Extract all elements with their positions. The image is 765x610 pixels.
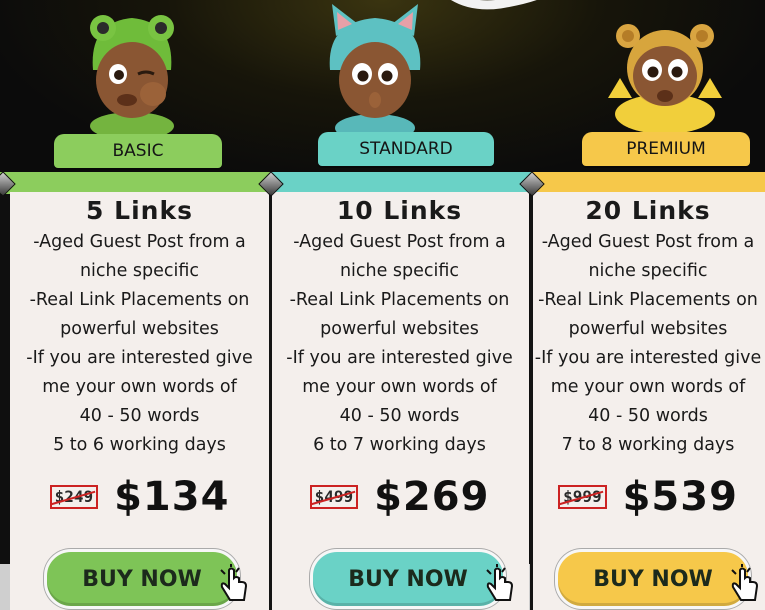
- standard-feature-line: powerful websites: [320, 319, 479, 339]
- standard-feature-line: me your own words of: [302, 377, 497, 397]
- standard-price-row: $499 $269: [270, 472, 529, 522]
- premium-links-title: 20 Links: [585, 196, 711, 225]
- frog-hat-baby-mascot: [90, 15, 174, 138]
- premium-feature-line: -If you are interested give: [534, 348, 762, 368]
- hand-pointer-icon: [486, 564, 514, 601]
- card-divider: [530, 192, 533, 610]
- standard-plan-card: 10 Links -Aged Guest Post from a niche s…: [270, 192, 529, 610]
- basic-tier-label: BASIC: [112, 141, 164, 161]
- card-divider: [269, 192, 272, 610]
- standard-feature-line: -Aged Guest Post from a: [293, 232, 506, 252]
- basic-feature-line: -Aged Guest Post from a: [33, 232, 246, 252]
- standard-old-price: $499: [309, 485, 359, 509]
- bear-hat-baby-mascot: [608, 24, 722, 134]
- basic-feature-line: -If you are interested give: [26, 348, 253, 368]
- basic-plan-card: 5 Links -Aged Guest Post from a niche sp…: [10, 192, 269, 610]
- cat-hat-baby-mascot: [329, 4, 421, 140]
- premium-plan-card: 20 Links -Aged Guest Post from a niche s…: [531, 192, 765, 610]
- hand-pointer-icon: [731, 564, 759, 601]
- premium-delivery-time: 7 to 8 working days: [561, 435, 735, 455]
- standard-ribbon-band: [270, 172, 532, 194]
- premium-feature-line: niche specific: [588, 261, 708, 281]
- premium-ribbon-band: [531, 172, 765, 194]
- standard-tier-ribbon: STANDARD: [318, 132, 494, 166]
- basic-price: $134: [114, 474, 230, 520]
- basic-feature-line: 40 - 50 words: [79, 406, 200, 426]
- standard-feature-line: 40 - 50 words: [339, 406, 460, 426]
- standard-tier-label: STANDARD: [359, 139, 453, 159]
- basic-old-price: $249: [49, 485, 99, 509]
- standard-feature-line: -If you are interested give: [286, 348, 513, 368]
- basic-buy-now-button[interactable]: BUY NOW: [44, 549, 248, 609]
- premium-tier-ribbon: PREMIUM: [582, 132, 750, 166]
- standard-delivery-time: 6 to 7 working days: [313, 435, 486, 455]
- premium-feature-line: -Aged Guest Post from a: [541, 232, 755, 252]
- premium-old-price: $999: [558, 485, 607, 509]
- premium-price-row: $999 $539: [531, 472, 765, 522]
- basic-price-row: $249 $134: [10, 472, 269, 522]
- premium-feature-line: me your own words of: [550, 377, 746, 397]
- basic-links-title: 5 Links: [86, 196, 193, 225]
- premium-feature-line: powerful websites: [568, 319, 728, 339]
- premium-feature-line: -Real Link Placements on: [538, 290, 758, 310]
- premium-price: $539: [622, 474, 738, 520]
- basic-feature-line: powerful websites: [60, 319, 219, 339]
- premium-buy-now-button[interactable]: BUY NOW: [555, 549, 759, 609]
- standard-feature-line: -Real Link Placements on: [289, 290, 510, 310]
- basic-ribbon-band: [0, 172, 270, 194]
- basic-feature-line: me your own words of: [42, 377, 237, 397]
- standard-feature-line: niche specific: [339, 261, 460, 281]
- standard-price: $269: [374, 474, 490, 520]
- headline-fragment: [451, 0, 537, 10]
- standard-links-title: 10 Links: [336, 196, 463, 225]
- basic-feature-line: niche specific: [79, 261, 200, 281]
- premium-tier-label: PREMIUM: [626, 139, 706, 159]
- premium-feature-line: 40 - 50 words: [588, 406, 708, 426]
- basic-delivery-time: 5 to 6 working days: [53, 435, 226, 455]
- hand-pointer-icon: [220, 564, 248, 601]
- basic-feature-line: -Real Link Placements on: [29, 290, 250, 310]
- basic-tier-ribbon: BASIC: [54, 134, 222, 168]
- standard-buy-now-button[interactable]: BUY NOW: [310, 549, 514, 609]
